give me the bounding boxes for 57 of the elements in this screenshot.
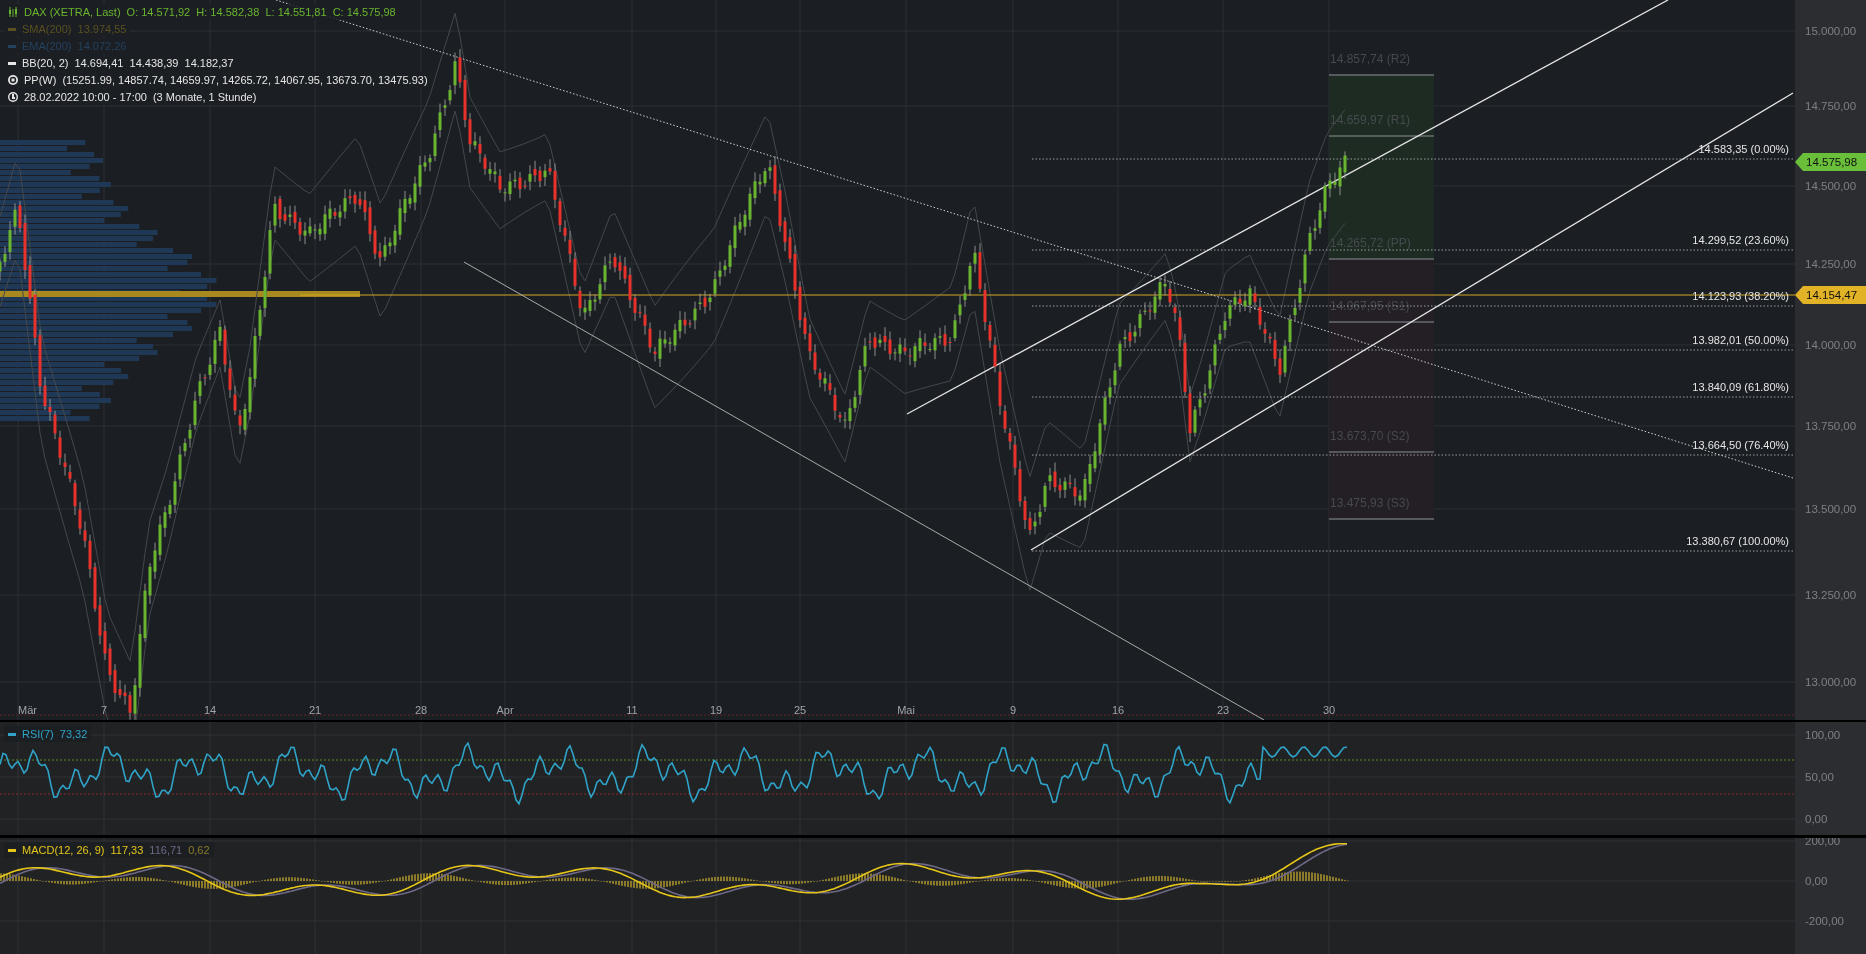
time-axis-label: Mär: [18, 704, 37, 716]
price-axis-label: 13.500,00: [1805, 503, 1857, 515]
legend-values: 14.694,41 14.438,39 14.182,37: [74, 56, 234, 70]
price-tag: 14.575,98: [1795, 153, 1866, 171]
rsi-axis-label: 0,00: [1805, 813, 1828, 825]
legend-values: 13.974,55: [77, 22, 127, 36]
legend-value: 0,62: [188, 843, 210, 857]
time-axis-label: 30: [1322, 704, 1336, 716]
time-axis-label: Mai: [897, 704, 915, 716]
price-axis-label: 14.750,00: [1805, 100, 1857, 112]
legend-values: (15251.99, 14857.74, 14659.97, 14265.72, 14067.95, 13673.70, 13475.93): [62, 73, 428, 87]
time-axis-label: 19: [709, 704, 723, 716]
time-axis-label: Apr: [496, 704, 514, 716]
price-axis-label: 14.250,00: [1805, 258, 1857, 270]
fib-level-label: 13.982,01 (50.00%): [1692, 334, 1789, 346]
price-axis-label: 13.250,00: [1805, 589, 1857, 601]
price-axis-label: 13.750,00: [1805, 420, 1857, 432]
legend-label: MACD(12, 26, 9): [22, 843, 105, 857]
fib-level-label: 14.123,93 (38.20%): [1692, 290, 1789, 302]
fib-level-label: 13.840,09 (61.80%): [1692, 381, 1789, 393]
fib-level-label: 13.380,67 (100.00%): [1686, 535, 1789, 547]
time-axis-label: 9: [1009, 704, 1017, 716]
legend-values: 73,32: [59, 727, 88, 741]
macd-axis-label: 0,00: [1805, 875, 1828, 887]
legend-value: 117,33: [110, 843, 144, 857]
legend-values: (3 Monate, 1 Stunde): [152, 90, 257, 104]
price-axis-label: 14.500,00: [1805, 180, 1857, 192]
fib-level-label: 14.583,35 (0.00%): [1698, 143, 1789, 155]
legend-label: BB(20, 2): [22, 56, 69, 70]
line-marker-icon: [8, 848, 16, 852]
price-axis-label: 15.000,00: [1805, 25, 1857, 37]
fib-level-label: 13.664,50 (76.40%): [1692, 439, 1789, 451]
time-axis-label: 23: [1216, 704, 1230, 716]
legend-values: 14.072,26: [77, 39, 127, 53]
fib-level-label: 14.299,52 (23.60%): [1692, 234, 1789, 246]
time-axis-label: 21: [308, 704, 322, 716]
legend-values: O: 14.571,92 H: 14.582,38 L: 14.551,81 C: 14.575,98: [126, 5, 396, 19]
legend-label: 28.02.2022 10:00 - 17:00: [24, 90, 147, 104]
time-axis-label: 16: [1111, 704, 1125, 716]
legend-value: 116,71: [149, 843, 183, 857]
legend-label: EMA(200): [22, 39, 72, 53]
time-axis-label: 11: [626, 704, 638, 716]
time-axis-label: 28: [414, 704, 428, 716]
price-axis-label: 14.000,00: [1805, 339, 1857, 351]
legend-label: DAX (XETRA, Last): [24, 5, 121, 19]
line-marker-icon: [8, 732, 16, 736]
time-axis-label: 25: [793, 704, 807, 716]
macd-axis-label: -200,00: [1805, 915, 1844, 927]
price-tag: 14.154,47: [1795, 286, 1866, 304]
legend-label: SMA(200): [22, 22, 72, 36]
rsi-axis-label: 100,00: [1805, 729, 1841, 741]
time-axis-label: 7: [100, 704, 108, 716]
rsi-axis-label: 50,00: [1805, 771, 1834, 783]
time-axis-label: 14: [203, 704, 217, 716]
legend-label: PP(W): [24, 73, 57, 87]
price-axis-label: 13.000,00: [1805, 676, 1857, 688]
legend-label: RSI(7): [22, 727, 54, 741]
